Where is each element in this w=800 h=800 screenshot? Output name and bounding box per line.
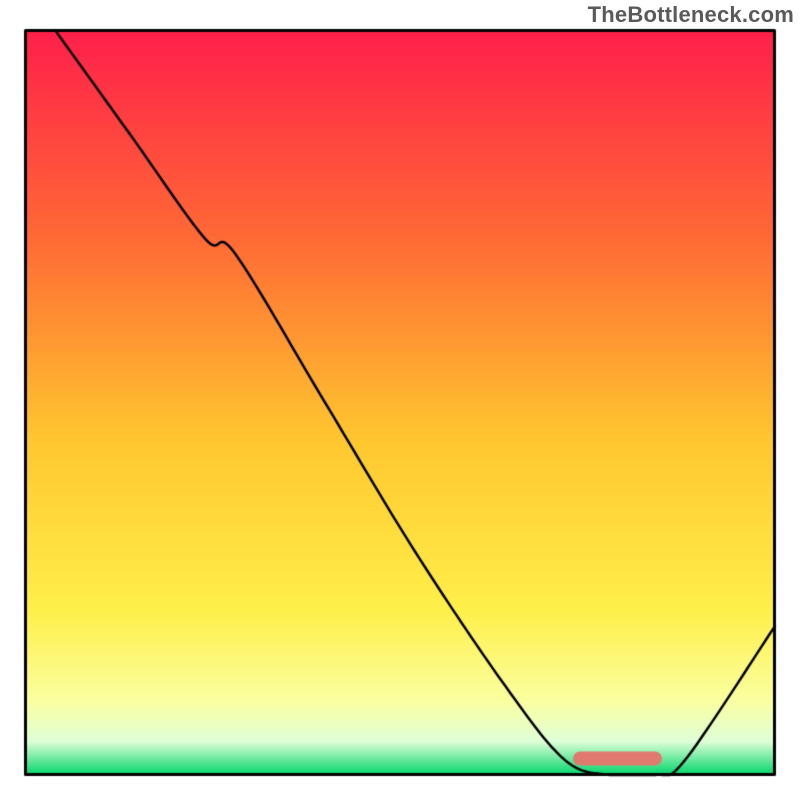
watermark-label: TheBottleneck.com: [588, 2, 794, 28]
chart-container: TheBottleneck.com: [0, 0, 800, 800]
bottleneck-line-chart: [0, 0, 800, 800]
